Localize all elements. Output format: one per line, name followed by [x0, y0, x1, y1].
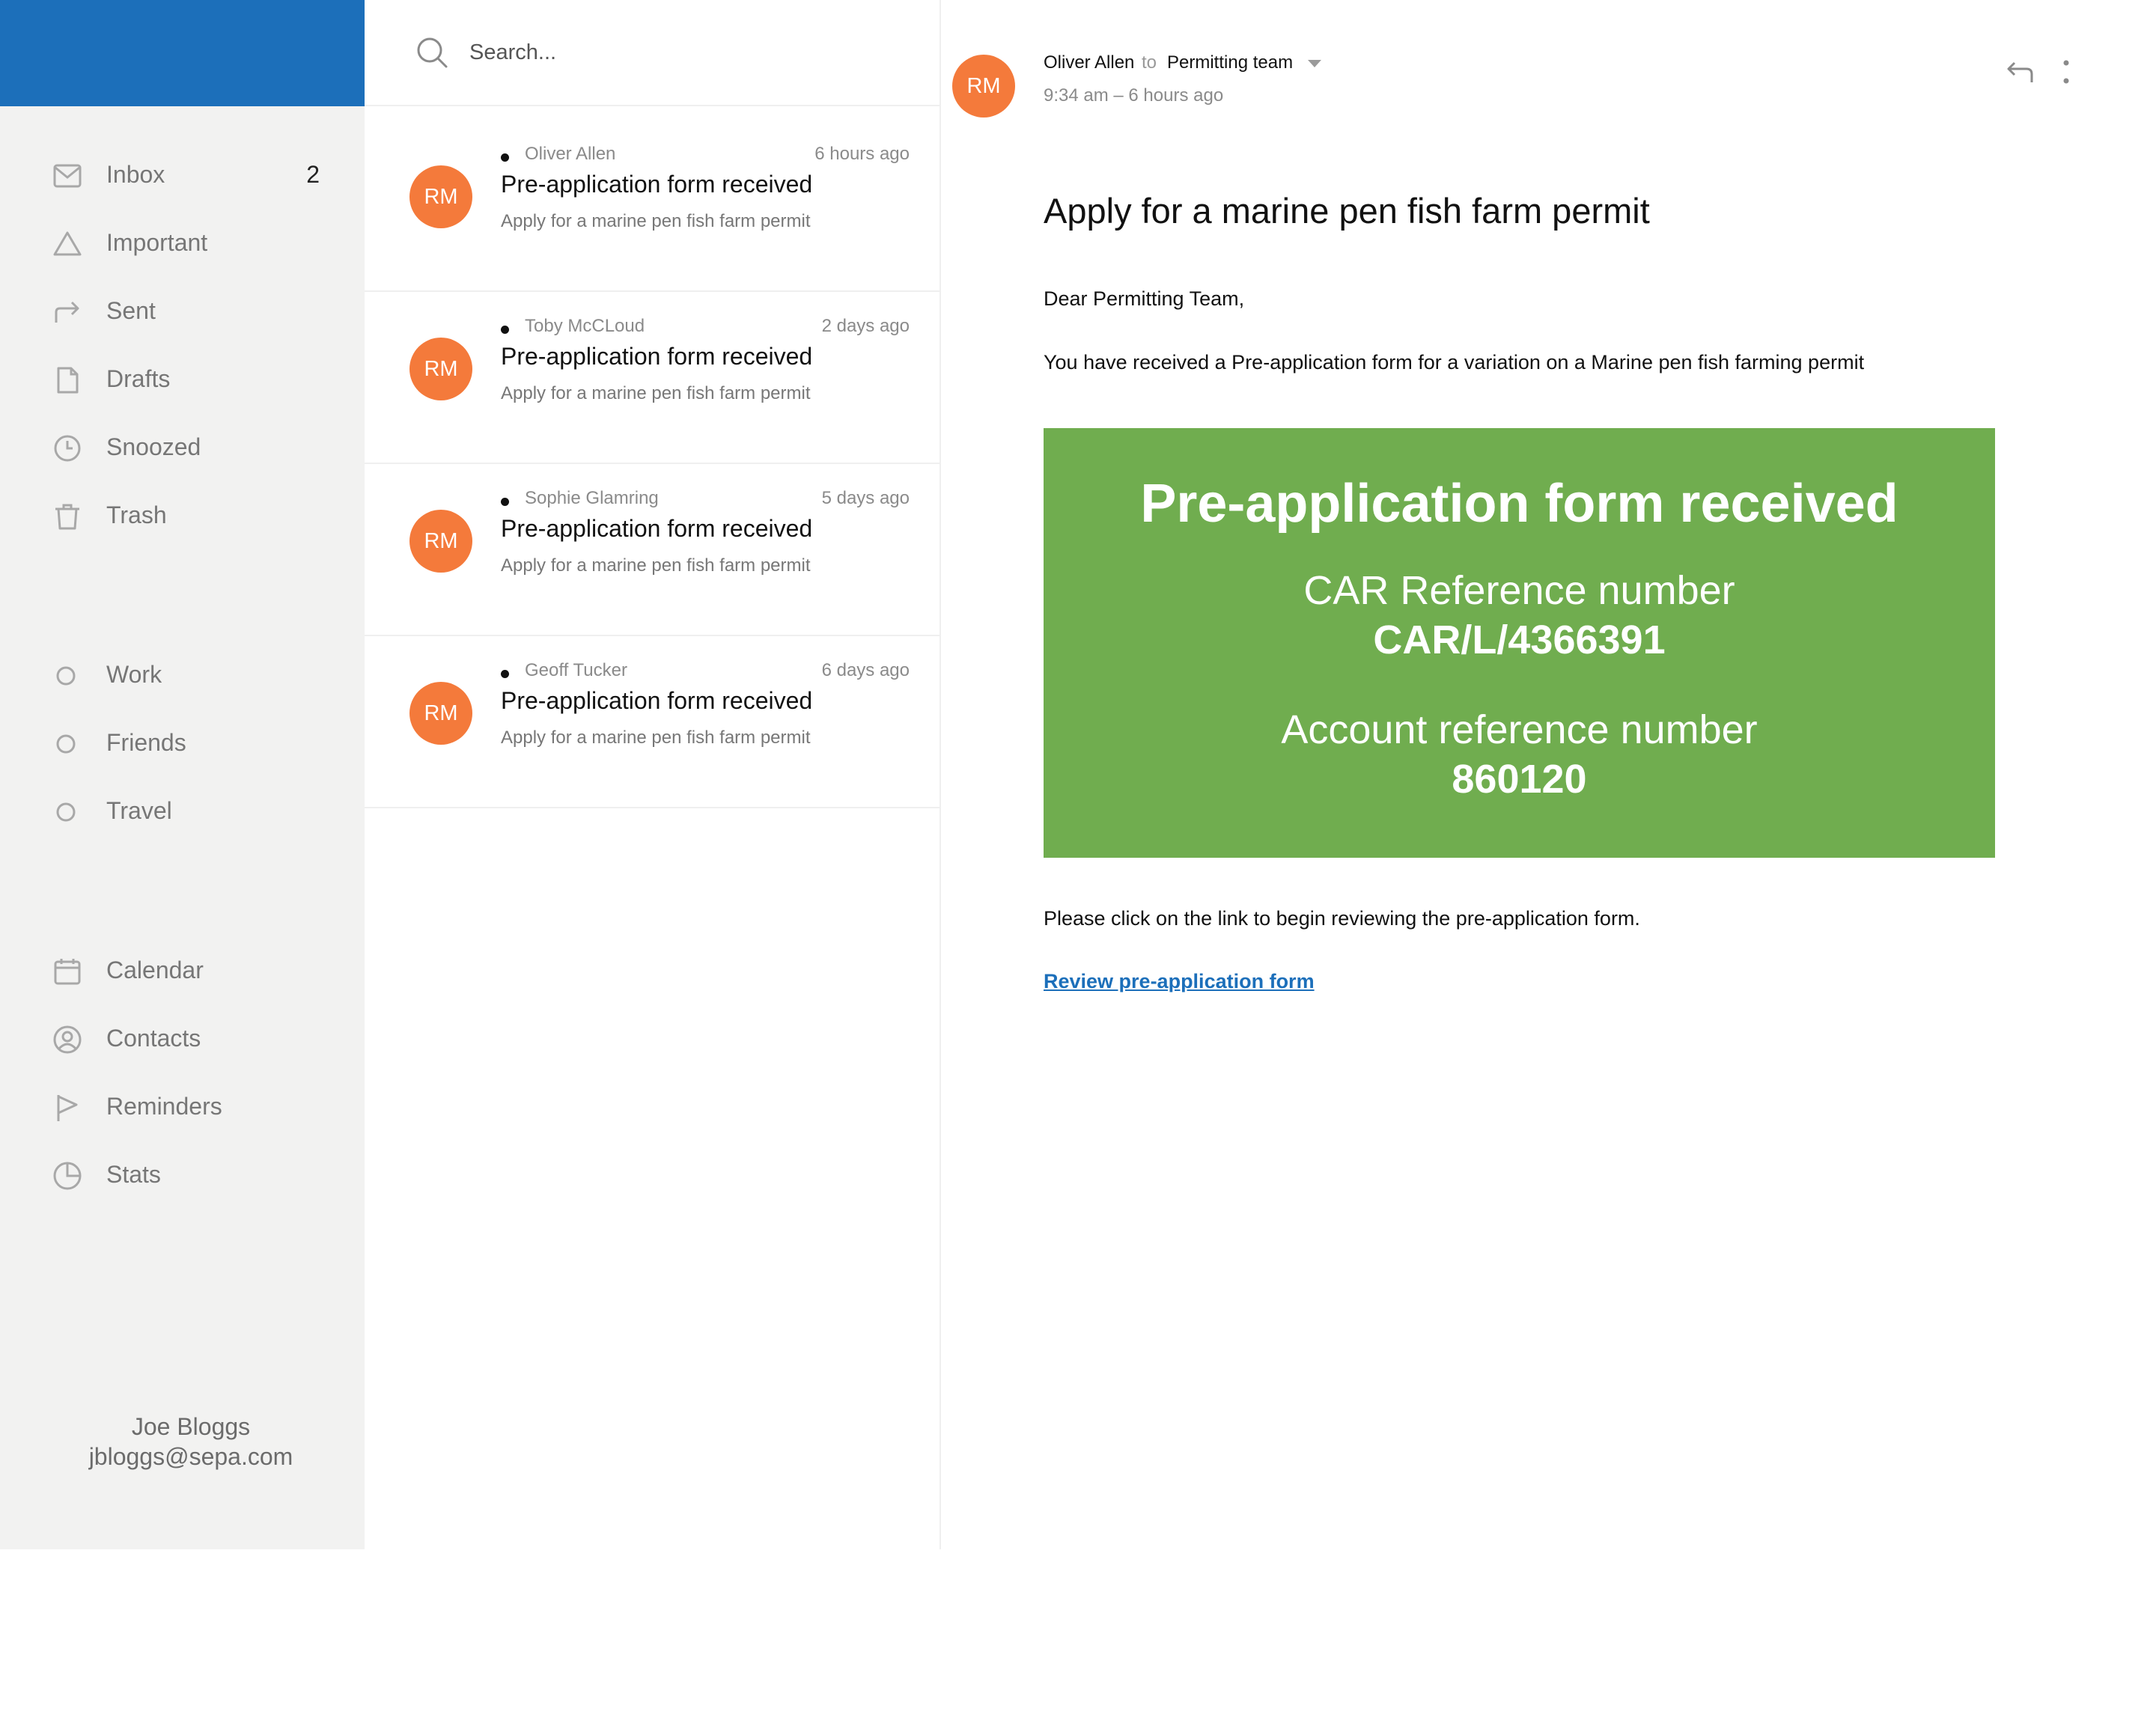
message-preview: Apply for a marine pen fish farm permit [501, 383, 811, 403]
sidebar-item-label: Calendar [106, 956, 204, 983]
sidebar-item-stats[interactable]: Stats [0, 1144, 365, 1204]
sidebar-item-label: Reminders [106, 1092, 222, 1120]
mail-icon [52, 161, 82, 191]
calendar-icon [52, 957, 82, 986]
sidebar-item-trash[interactable]: Trash [0, 485, 365, 545]
confirmation-banner: Pre-application form received CAR Refere… [1044, 428, 1995, 858]
sidebar-item-inbox[interactable]: Inbox 2 [0, 144, 365, 204]
sidebar-item-important[interactable]: Important [0, 213, 365, 272]
sidebar-item-label: Drafts [106, 365, 171, 392]
sidebar-item-sent[interactable]: Sent [0, 281, 365, 341]
sidebar-item-reminders[interactable]: Reminders [0, 1076, 365, 1136]
message-sender: Toby McCLoud [525, 316, 645, 336]
unread-indicator [501, 153, 509, 162]
message-preview: Apply for a marine pen fish farm permit [501, 211, 811, 231]
unread-count-badge: 2 [306, 160, 320, 188]
sidebar-item-label: Friends [106, 728, 186, 756]
message-item[interactable]: RM Sophie Glamring 5 days ago Pre-applic… [365, 464, 940, 636]
account-reference-value: 860120 [1452, 757, 1587, 802]
trash-icon [52, 501, 82, 531]
message-subject: Pre-application form received [501, 343, 813, 370]
flag-icon [52, 1093, 82, 1123]
email-subject: Apply for a marine pen fish farm permit [1044, 191, 1650, 231]
sidebar-item-label: Work [106, 660, 162, 688]
sidebar-item-snoozed[interactable]: Snoozed [0, 417, 365, 477]
message-sender: Oliver Allen [525, 144, 616, 164]
email-from: Oliver Allen [1044, 52, 1135, 73]
banner-title: Pre-application form received [1140, 474, 1898, 534]
avatar: RM [409, 682, 472, 745]
user-email: jbloggs@sepa.com [88, 1443, 293, 1470]
email-to: Permitting team [1167, 52, 1294, 73]
clock-icon [52, 433, 82, 463]
avatar: RM [409, 165, 472, 228]
user-info: Joe Bloggs jbloggs@sepa.com [0, 1412, 382, 1471]
search-bar [365, 0, 940, 106]
sidebar-label-work[interactable]: Work [0, 644, 365, 704]
circle-icon [52, 661, 82, 691]
unread-indicator [501, 670, 509, 678]
more-options-icon[interactable] [2060, 58, 2072, 88]
email-body-instruction: Please click on the link to begin review… [1044, 907, 1640, 930]
email-to-separator: to [1142, 52, 1157, 73]
message-subject: Pre-application form received [501, 171, 813, 198]
search-icon[interactable] [415, 36, 448, 69]
contact-icon [52, 1025, 82, 1055]
message-item[interactable]: RM Oliver Allen 6 hours ago Pre-applicat… [365, 120, 940, 292]
unread-indicator [501, 498, 509, 506]
sidebar-item-label: Contacts [106, 1024, 201, 1052]
message-subject: Pre-application form received [501, 515, 813, 542]
sidebar-item-label: Trash [106, 501, 167, 528]
message-subject: Pre-application form received [501, 687, 813, 714]
user-name: Joe Bloggs [131, 1413, 251, 1440]
sidebar-item-contacts[interactable]: Contacts [0, 1008, 365, 1068]
avatar: RM [409, 338, 472, 400]
email-body-text: You have received a Pre-application form… [1044, 351, 1865, 373]
document-icon [52, 365, 82, 395]
search-input[interactable] [469, 33, 889, 72]
email-timestamp: 9:34 am – 6 hours ago [1044, 85, 1224, 106]
sidebar-item-label: Inbox [106, 160, 165, 188]
mail-app: Inbox 2 Important Sent Drafts Snoozed Tr… [0, 0, 2156, 1549]
sidebar-item-label: Snoozed [106, 433, 201, 460]
sidebar-item-label: Sent [106, 296, 156, 324]
sender-avatar: RM [952, 55, 1015, 118]
car-reference-value: CAR/L/4366391 [1373, 617, 1666, 662]
message-list: RM Oliver Allen 6 hours ago Pre-applicat… [365, 0, 941, 1549]
sidebar-label-travel[interactable]: Travel [0, 781, 365, 841]
message-preview: Apply for a marine pen fish farm permit [501, 728, 811, 748]
email-greeting: Dear Permitting Team, [1044, 287, 1245, 310]
message-time: 6 days ago [821, 660, 910, 680]
review-form-link[interactable]: Review pre-application form [1044, 970, 1315, 993]
car-reference-label: CAR Reference number [1303, 568, 1735, 613]
circle-icon [52, 729, 82, 759]
forward-arrow-icon [52, 297, 82, 327]
sidebar-item-label: Travel [106, 796, 172, 824]
recipients-dropdown-icon[interactable] [1308, 60, 1321, 67]
pie-chart-icon [52, 1161, 82, 1191]
message-sender: Geoff Tucker [525, 660, 627, 680]
unread-indicator [501, 326, 509, 334]
circle-icon [52, 797, 82, 827]
message-time: 6 hours ago [814, 144, 910, 164]
triangle-icon [52, 229, 82, 259]
sidebar-item-drafts[interactable]: Drafts [0, 349, 365, 409]
message-time: 2 days ago [821, 316, 910, 336]
message-item[interactable]: RM Geoff Tucker 6 days ago Pre-applicati… [365, 636, 940, 808]
sidebar: Inbox 2 Important Sent Drafts Snoozed Tr… [0, 0, 365, 1549]
sidebar-header [0, 0, 365, 106]
avatar: RM [409, 510, 472, 573]
sidebar-item-calendar[interactable]: Calendar [0, 940, 365, 1000]
message-preview: Apply for a marine pen fish farm permit [501, 555, 811, 576]
sidebar-item-label: Stats [106, 1160, 161, 1188]
sidebar-label-friends[interactable]: Friends [0, 713, 365, 772]
reply-icon[interactable] [2006, 58, 2035, 85]
message-sender: Sophie Glamring [525, 488, 659, 508]
message-time: 5 days ago [821, 488, 910, 508]
sidebar-item-label: Important [106, 228, 208, 256]
reading-pane: RM Oliver Allen to Permitting team 9:34 … [941, 0, 2156, 1549]
account-reference-label: Account reference number [1281, 707, 1758, 752]
message-item[interactable]: RM Toby McCLoud 2 days ago Pre-applicati… [365, 292, 940, 464]
